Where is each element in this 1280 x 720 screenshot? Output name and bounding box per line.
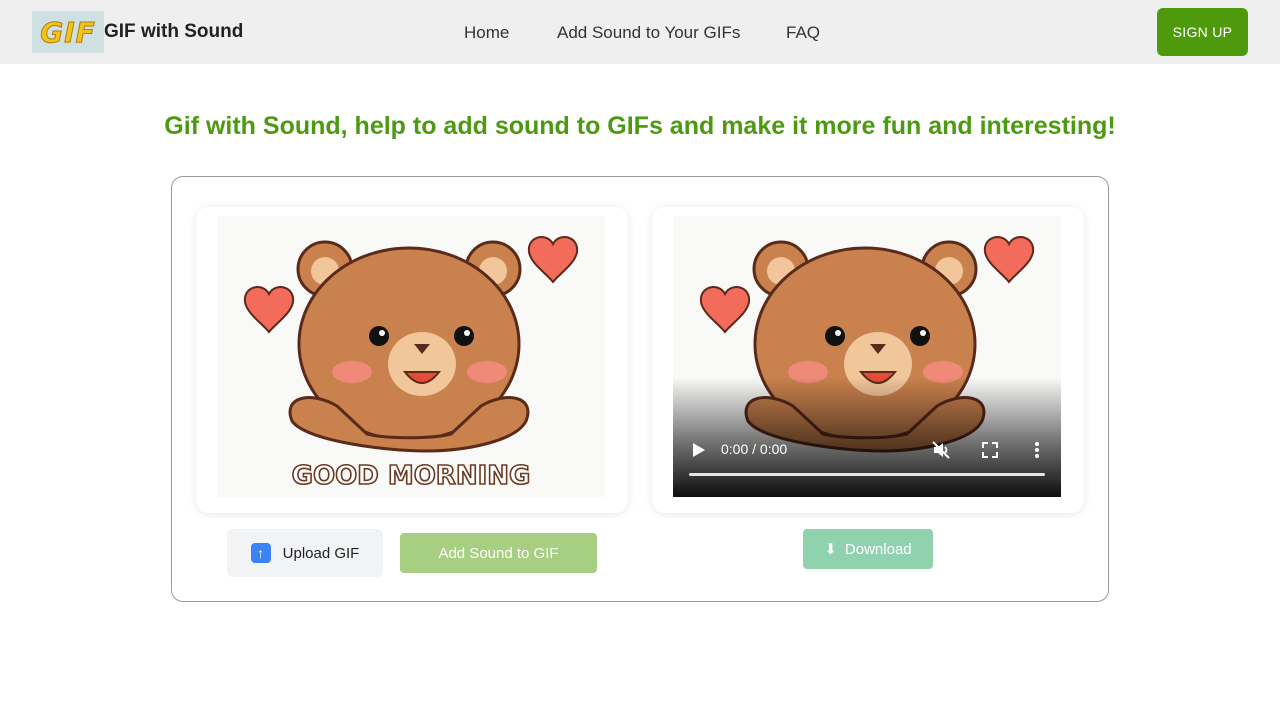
brand-name[interactable]: GIF with Sound — [104, 21, 243, 43]
nav-add-sound[interactable]: Add Sound to Your GIFs — [557, 23, 740, 43]
fullscreen-icon[interactable] — [982, 442, 998, 458]
site-logo[interactable]: GIF — [32, 11, 104, 53]
upload-arrow-icon: ↑ — [250, 543, 271, 563]
logo-text: GIF — [40, 15, 96, 49]
page-headline: Gif with Sound, help to add sound to GIF… — [164, 112, 1116, 140]
download-button[interactable]: ⬇ Download — [803, 529, 933, 569]
more-options-icon[interactable] — [1034, 442, 1040, 458]
add-sound-button[interactable]: Add Sound to GIF — [400, 533, 597, 573]
video-preview-card: 0:00 / 0:00 — [652, 207, 1084, 513]
sign-up-button[interactable]: SIGN UP — [1157, 8, 1248, 56]
video-progress-bar[interactable] — [689, 473, 1045, 476]
bear-illustration: GOOD MORNING — [217, 216, 605, 497]
upload-gif-button[interactable]: ↑ Upload GIF — [227, 529, 383, 577]
video-time: 0:00 / 0:00 — [721, 441, 788, 457]
top-navigation-bar: GIF GIF with Sound Home Add Sound to You… — [0, 0, 1280, 64]
video-player[interactable]: 0:00 / 0:00 — [673, 216, 1061, 497]
download-arrow-icon: ⬇ — [824, 541, 837, 558]
gif-preview-card: GOOD MORNING — [196, 207, 628, 513]
upload-gif-label: Upload GIF — [282, 544, 360, 562]
video-controls-overlay — [673, 377, 1061, 497]
gif-caption-text: GOOD MORNING — [292, 461, 531, 491]
gif-preview-image: GOOD MORNING — [217, 216, 605, 497]
mute-icon[interactable] — [931, 440, 951, 460]
nav-home[interactable]: Home — [464, 23, 509, 43]
nav-faq[interactable]: FAQ — [786, 23, 820, 43]
download-label: Download — [844, 540, 912, 558]
play-icon[interactable] — [692, 442, 706, 458]
